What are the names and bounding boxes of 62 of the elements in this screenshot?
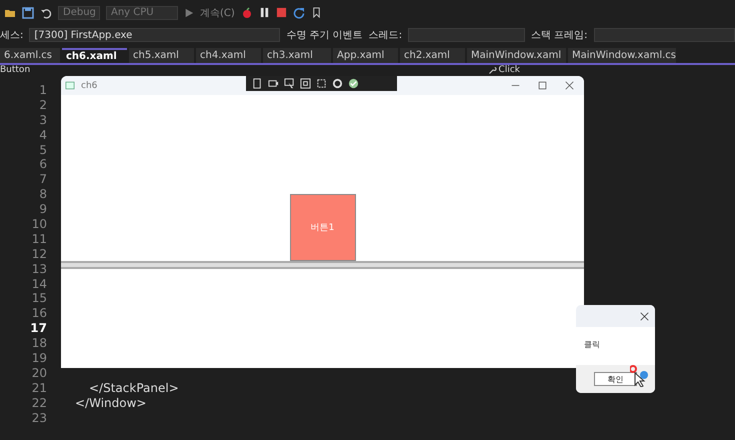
line-number: 11 [30,232,47,247]
save-icon[interactable] [22,6,34,18]
undo-icon[interactable] [40,6,52,18]
inspect-icon[interactable] [252,78,263,89]
line-number: 4 [38,128,47,143]
camera-icon[interactable] [268,78,279,89]
document-tab[interactable]: ch5.xaml [129,48,194,63]
line-number: 7 [38,172,47,188]
code-line: </Window> [75,396,146,410]
document-tab[interactable]: App.xaml [333,48,398,63]
restart-icon[interactable] [292,6,305,18]
line-number: 23 [30,410,47,426]
process-label: 세스: [0,29,24,42]
layout-icon[interactable] [300,78,311,89]
document-tab[interactable]: ch2.xaml [400,48,465,63]
select-icon[interactable] [284,78,295,89]
document-tab[interactable]: 6.xaml.cs [0,48,60,63]
stop-icon[interactable] [276,7,287,18]
line-number: 20 [30,366,47,381]
maximize-icon[interactable] [538,81,547,90]
line-number: 10 [30,217,47,232]
line-number: 18 [30,336,47,352]
dialog-message: 클릭 [584,340,600,349]
document-tab[interactable]: ch3.xaml [263,48,331,63]
element-dropdown[interactable]: Button [0,65,30,75]
line-number: 17 [29,321,47,336]
thread-label: 스레드: [368,29,402,42]
line-number: 19 [30,351,47,366]
member-dropdown[interactable]: Click [498,65,520,75]
bookmark-icon[interactable] [310,7,322,18]
line-number: 12 [30,246,47,262]
lifecycle-events-label[interactable]: 수명 주기 이벤트 [286,28,363,42]
line-number: 16 [30,306,47,322]
close-icon[interactable] [640,312,649,320]
line-number: 9 [38,202,47,218]
line-number: 13 [30,262,47,277]
line-number: 21 [30,380,47,396]
close-icon[interactable] [565,81,574,90]
check-icon[interactable] [348,78,359,89]
ok-button[interactable]: 확인 [594,372,637,386]
process-dropdown[interactable]: [7300] FirstApp.exe [29,28,280,42]
cursor-icon [630,365,648,387]
document-tab[interactable]: MainWindow.xaml [467,48,566,63]
line-number: 3 [38,112,47,128]
line-number: 8 [38,187,47,202]
line-number: 15 [30,291,47,306]
document-tab[interactable]: ch4.xaml [196,48,261,63]
window-icon [65,81,75,90]
window-title: ch6 [81,80,98,90]
pause-icon[interactable] [258,7,270,18]
code-line: </StackPanel> [89,380,179,395]
line-number: 5 [38,142,47,158]
document-tab[interactable]: MainWindow.xaml.cs [568,48,676,63]
line-number: 14 [30,276,47,292]
stack-frame-label: 스택 프레임: [531,29,588,42]
adorner-icon[interactable] [316,78,327,89]
play-icon[interactable] [184,8,194,18]
continue-button[interactable]: 계속(C) [200,6,235,20]
line-number: 6 [38,157,47,172]
line-number: 2 [38,98,47,113]
line-number: 1 [38,83,47,98]
line-number: 22 [30,396,47,411]
